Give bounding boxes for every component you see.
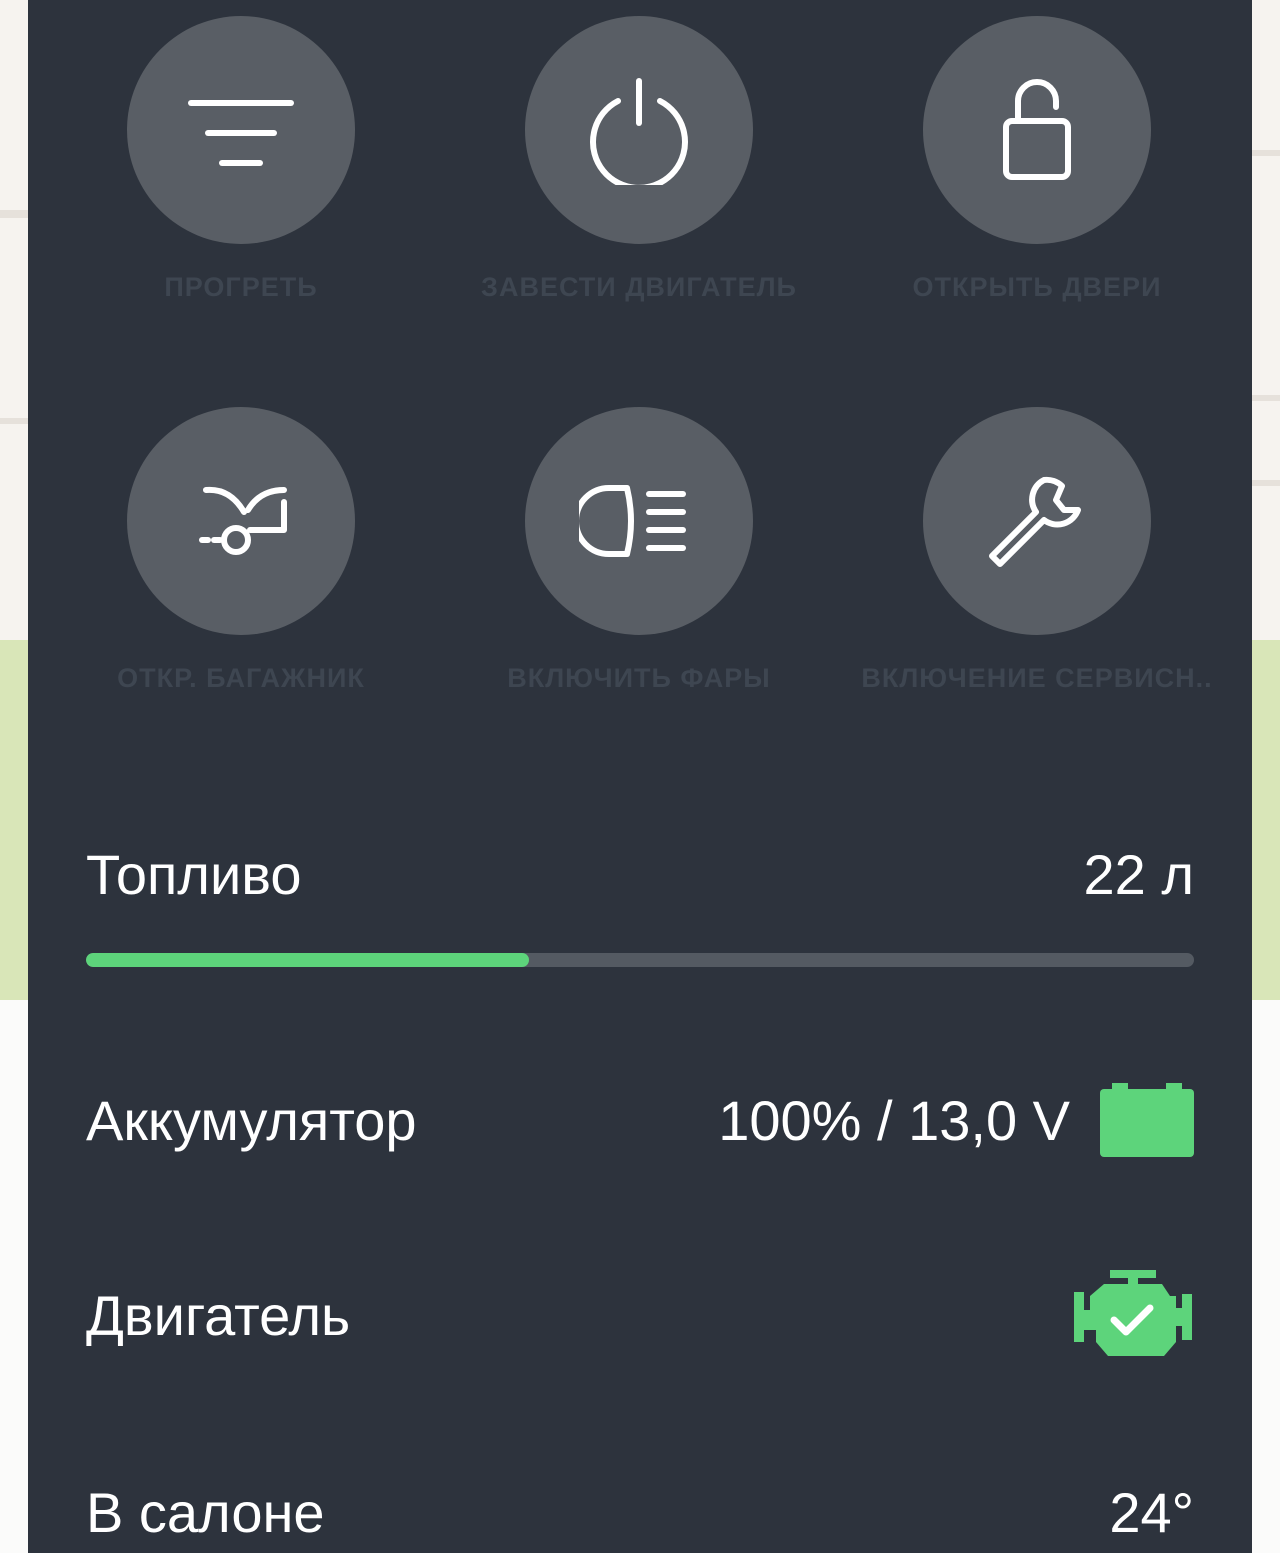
battery-value: 100% / 13,0 V [718,1088,1070,1152]
engine-label: Двигатель [86,1283,351,1347]
action-warm-up[interactable]: ПРОГРЕТЬ [41,16,441,303]
cabin-temperature-value: 24° [1109,1481,1194,1544]
cabin-temperature-row: В салоне 24° [86,1480,1194,1545]
warm-up-button[interactable] [127,16,355,244]
headlights-icon [579,485,686,557]
fuel-level-fill [86,953,530,967]
car-control-panel: ПРОГРЕТЬ ЗАВЕСТИ ДВИГАТЕЛЬ ОТКРЫТЬ ДВЕРИ… [28,0,1252,1553]
action-label: ПРОГРЕТЬ [164,272,318,302]
battery-label: Аккумулятор [86,1088,417,1152]
action-label: ОТКРЫТЬ ДВЕРИ [912,272,1162,302]
action-label: ВКЛЮЧИТЬ ФАРЫ [507,663,771,693]
headlights-button[interactable] [525,407,753,635]
action-label: ЗАВЕСТИ ДВИГАТЕЛЬ [481,272,797,302]
action-open-doors[interactable]: ОТКРЫТЬ ДВЕРИ [837,16,1237,303]
engine-ok-icon [1074,1270,1192,1356]
action-headlights[interactable]: ВКЛЮЧИТЬ ФАРЫ [439,407,839,694]
action-start-engine[interactable]: ЗАВЕСТИ ДВИГАТЕЛЬ [439,16,839,303]
wrench-icon [989,476,1081,567]
open-trunk-button[interactable] [127,407,355,635]
action-label: ОТКР. БАГАЖНИК [117,663,365,693]
action-service-mode[interactable]: ВКЛЮЧЕНИЕ СЕРВИСН.. [837,407,1237,694]
engine-row: Двигатель [86,1270,1194,1360]
power-icon [590,78,688,185]
trunk-icon [199,486,287,555]
battery-row: Аккумулятор 100% / 13,0 V [86,1083,1194,1157]
cabin-label: В салоне [86,1481,325,1544]
fuel-level-bar [86,953,1194,967]
open-doors-button[interactable] [923,16,1151,244]
lock-icon [1003,79,1071,180]
battery-icon [1100,1083,1194,1157]
service-mode-button[interactable] [923,407,1151,635]
fuel-row: Топливо 22 л [86,842,1194,907]
heat-icon [188,100,294,166]
action-label: ВКЛЮЧЕНИЕ СЕРВИСН.. [861,663,1213,693]
start-engine-button[interactable] [525,16,753,244]
fuel-label: Топливо [86,843,302,906]
action-open-trunk[interactable]: ОТКР. БАГАЖНИК [41,407,441,694]
fuel-value: 22 л [1083,843,1194,906]
